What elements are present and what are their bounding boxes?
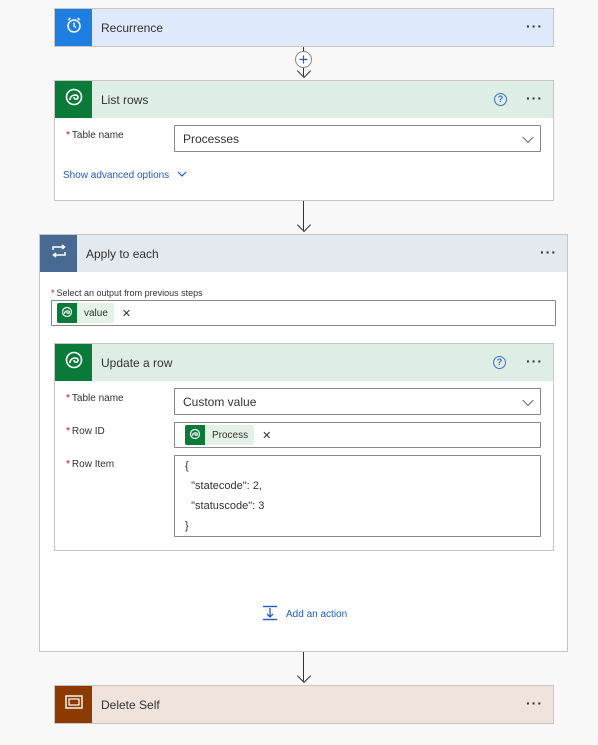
required-asterisk: * [66,130,70,141]
value-token-label: value [84,307,108,319]
row-id-label: * Row ID [66,426,105,437]
list-rows-table-name-select[interactable]: Processes [174,125,541,152]
recurrence-icon-box [55,9,92,46]
show-advanced-options-link[interactable]: Show advanced options [63,170,187,181]
recurrence-title: Recurrence [101,20,164,35]
row-id-field[interactable]: Process ✕ [174,422,541,448]
recurrence-card[interactable]: Recurrence ··· [54,8,554,47]
delete-self-card[interactable]: Delete Self ··· [54,685,554,724]
delete-self-more-menu[interactable]: ··· [526,695,543,711]
show-advanced-options-text: Show advanced options [63,170,170,181]
row-item-text: Row Item [71,459,115,470]
update-row-header[interactable]: Update a row [55,344,553,381]
dataverse-token-icon-box [185,425,205,445]
list-rows-card: List rows ? ··· * Table name Processes Sh… [54,80,554,201]
list-rows-table-name-text: Table name [71,130,124,141]
dataverse-icon [64,350,84,375]
connector-arrow-3 [296,668,311,684]
add-action-button[interactable]: Add an action [262,605,347,624]
list-rows-table-name-value: Processes [183,131,240,146]
update-row-table-name-text: Table name [71,393,124,404]
update-row-table-name-value: Custom value [183,394,257,409]
row-item-line-4: } [185,520,189,532]
update-row-icon-box [55,344,92,381]
update-row-more-menu[interactable]: ··· [526,353,543,369]
apply-to-each-header[interactable]: Apply to each [40,235,567,272]
row-item-line-2: "statecode": 2, [185,480,262,492]
row-item-editor[interactable]: { "statecode": 2, "statuscode": 3 } [174,455,541,537]
dataverse-icon [189,428,201,443]
recurrence-header[interactable]: Recurrence [55,9,553,46]
list-rows-table-name-label: * Table name [66,130,124,141]
select-output-field[interactable]: value ✕ [51,300,556,326]
loop-icon [50,243,68,264]
list-rows-header[interactable]: List rows [55,81,553,118]
dataverse-token-icon-box [57,303,77,323]
select-output-text: Select an output from previous steps [56,288,203,298]
chevron-down-icon [522,131,534,143]
dataverse-icon [61,306,73,321]
remove-token-icon[interactable]: ✕ [262,429,271,442]
scope-icon [64,695,83,714]
row-item-line-3: "statuscode": 3 [185,500,265,512]
apply-to-each-more-menu[interactable]: ··· [540,244,557,260]
process-token[interactable]: Process [185,425,255,445]
update-row-card: Update a row ? ··· * Table name Custom va… [54,343,554,551]
update-row-table-name-select[interactable]: Custom value [174,388,541,415]
delete-self-icon-box [55,686,92,723]
delete-self-title: Delete Self [101,697,160,712]
connector-arrow-2 [296,217,311,233]
remove-token-icon[interactable]: ✕ [122,307,131,320]
required-asterisk: * [51,288,55,298]
list-rows-help-icon[interactable]: ? [494,93,507,106]
required-asterisk: * [66,426,70,437]
required-asterisk: * [66,393,70,404]
add-action-text: Add an action [286,609,348,620]
apply-to-each-icon-box [40,235,77,272]
list-rows-more-menu[interactable]: ··· [526,90,543,106]
recurrence-more-menu[interactable]: ··· [526,18,543,34]
select-output-label: * Select an output from previous steps [51,288,203,298]
chevron-down-icon [522,394,534,406]
update-row-table-name-label: * Table name [66,393,124,404]
value-token[interactable]: value [57,303,114,323]
required-asterisk: * [66,459,70,470]
process-token-label: Process [212,429,249,441]
update-row-help-icon[interactable]: ? [493,356,506,369]
alarm-clock-icon [65,16,83,39]
row-item-label: * Row Item [66,459,114,470]
row-item-line-1: { [185,460,189,472]
chevron-down-icon [177,170,187,181]
apply-to-each-card: Apply to each ··· * Select an output from… [39,234,568,652]
update-row-title: Update a row [101,355,173,370]
row-id-text: Row ID [71,426,105,437]
list-rows-title: List rows [101,92,149,107]
apply-to-each-title: Apply to each [86,246,159,261]
add-action-icon [262,605,278,624]
dataverse-icon [64,87,84,112]
list-rows-icon-box [55,81,92,118]
delete-self-header[interactable]: Delete Self [55,686,553,723]
